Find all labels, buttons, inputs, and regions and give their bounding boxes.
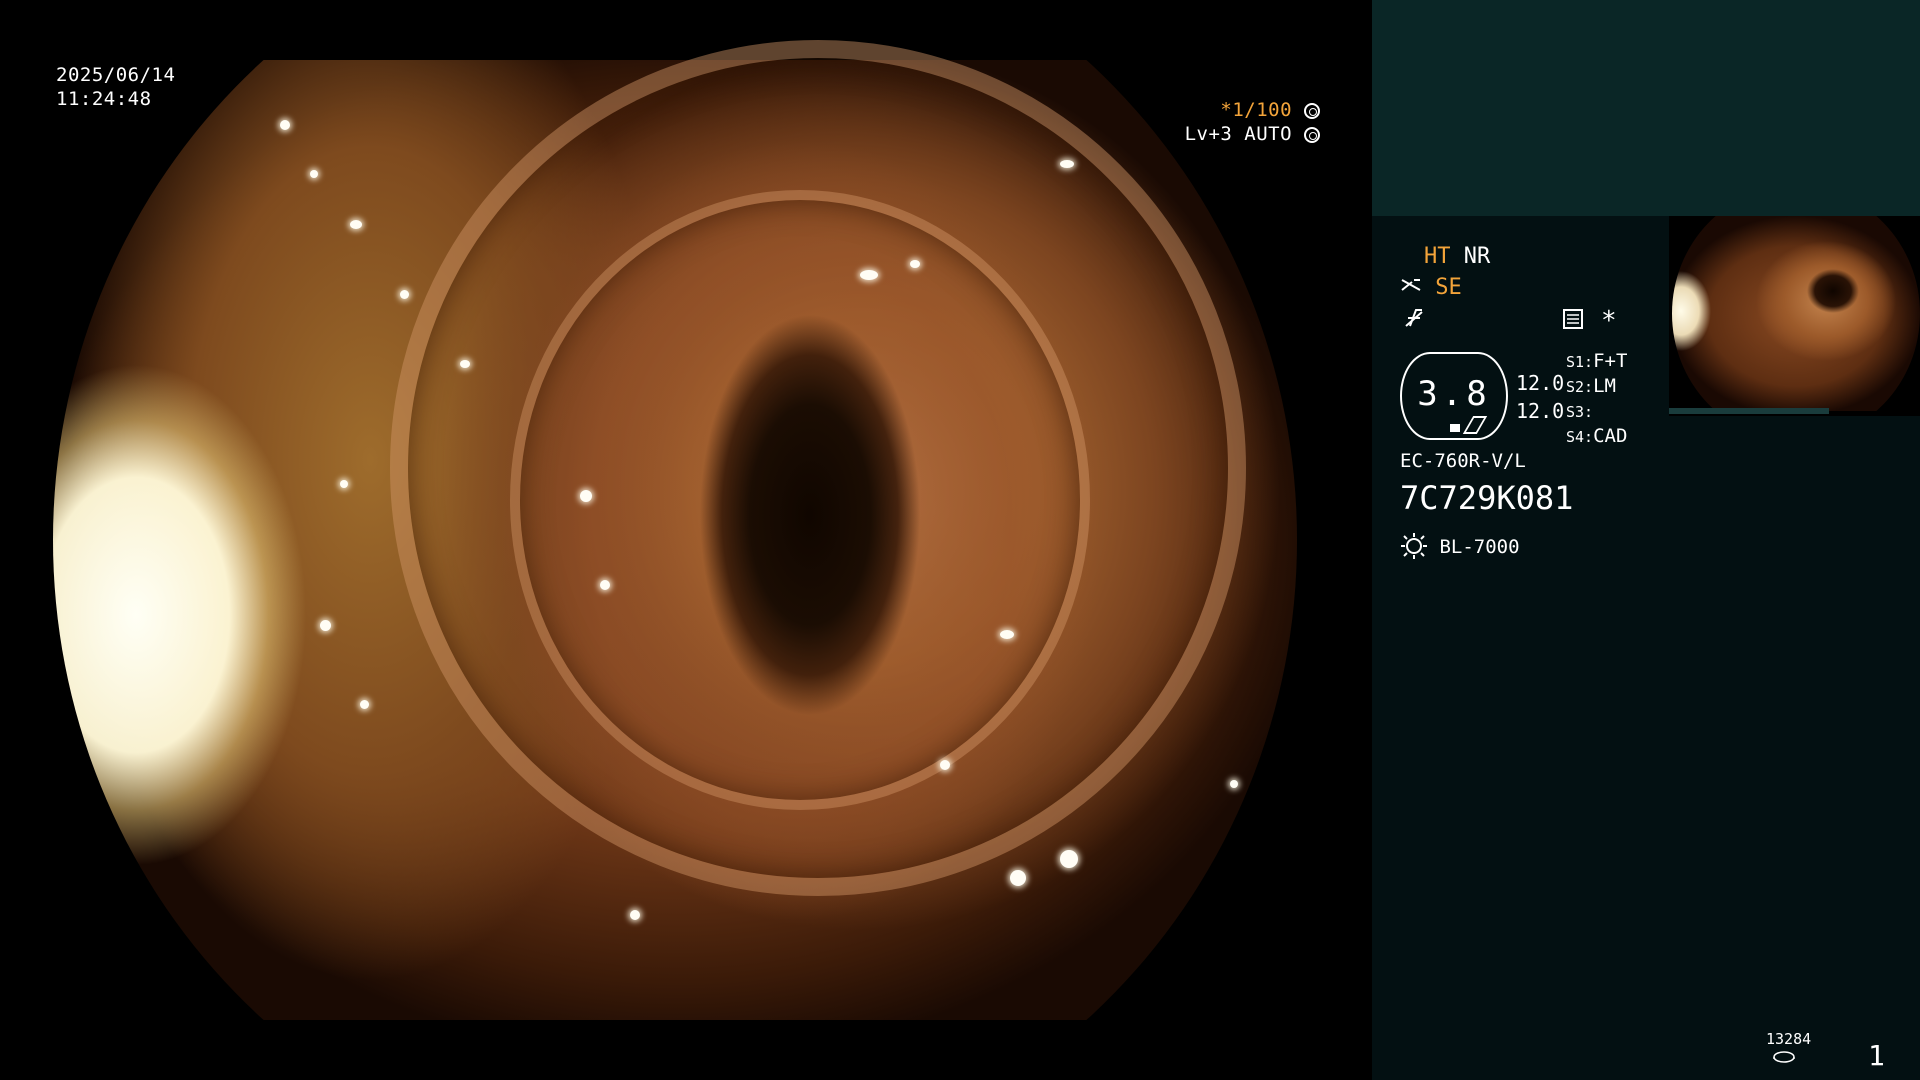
highlight <box>310 170 318 178</box>
thumbnail-bar <box>1669 408 1829 414</box>
value-1: 12.0 <box>1516 371 1565 395</box>
time-text: 11:24:48 <box>56 88 152 110</box>
highlight <box>340 480 348 488</box>
highlight <box>1010 870 1026 886</box>
switch-row: S3: <box>1566 398 1627 423</box>
switch-row: S4:CAD <box>1566 423 1627 448</box>
info-panel: HT NR SE * 3.8 12.0 12.0 S1:F+T S2:LM S3… <box>1372 0 1920 1080</box>
date-text: 2025/06/14 <box>56 64 176 86</box>
highlight <box>940 760 950 770</box>
endoscopic-view: 2025/06/14 11:24:48 *1/100 Lv+3 AUTO <box>0 0 1372 1080</box>
gauge-value: 3.8 <box>1417 374 1491 414</box>
highlight <box>860 270 878 280</box>
se-mode: SE <box>1435 275 1462 300</box>
highlight <box>1060 160 1074 168</box>
light-source-row: BL-7000 <box>1400 532 1520 560</box>
highlight <box>630 910 640 920</box>
highlight <box>910 260 920 268</box>
mode-text: AUTO <box>1244 123 1293 145</box>
highlight <box>600 580 610 590</box>
page-number: 1 <box>1868 1039 1885 1072</box>
highlight <box>1000 630 1014 639</box>
gauge: 3.8 <box>1400 352 1508 440</box>
value-2: 12.0 <box>1516 399 1565 423</box>
endoscopic-image <box>53 40 1297 1020</box>
highlight <box>1230 780 1238 788</box>
highlight <box>580 490 592 502</box>
mode-row: HT NR <box>1424 244 1490 270</box>
thumbnail-image[interactable] <box>1669 216 1920 416</box>
highlight <box>280 120 290 130</box>
switch-label: S2: <box>1566 378 1594 396</box>
se-row: SE <box>1400 275 1462 301</box>
panel-header-area <box>1372 0 1920 216</box>
nr-mode: NR <box>1463 244 1491 269</box>
switch-value: LM <box>1593 375 1616 397</box>
highlight <box>400 290 409 299</box>
scope-model: EC-760R-V/L <box>1400 450 1526 472</box>
scope-serial: 7C729K081 <box>1400 479 1574 517</box>
switch-row: S1:F+T <box>1566 348 1627 373</box>
highlight <box>1060 850 1078 868</box>
light-bulb-icon <box>1401 533 1427 559</box>
f-stroke-icon <box>1405 309 1423 327</box>
timestamp: 2025/06/14 11:24:48 <box>56 63 175 111</box>
gauge-marker <box>1450 424 1460 432</box>
disk-icon <box>1773 1051 1795 1063</box>
ht-mode: HT <box>1424 244 1451 269</box>
highlight <box>350 220 362 229</box>
shutter-icon <box>1304 103 1320 119</box>
switch-list: S1:F+T S2:LM S3: S4:CAD <box>1566 348 1627 448</box>
light-source: BL-7000 <box>1439 536 1520 558</box>
shutter-text: *1/100 <box>1220 99 1293 121</box>
view-settings: *1/100 Lv+3 AUTO <box>1120 98 1320 146</box>
switch-label: S4: <box>1566 428 1594 446</box>
gauge-needle <box>1462 416 1488 434</box>
image-count: 13284 <box>1766 1030 1812 1048</box>
highlight <box>320 620 331 631</box>
scissors-icon <box>1401 279 1421 291</box>
star-symbol: * <box>1601 306 1617 336</box>
mucosal-fold <box>510 190 1090 810</box>
settings-card-icon <box>1563 309 1583 329</box>
shutter-row: *1/100 <box>1120 98 1320 122</box>
highlight <box>360 700 369 709</box>
switch-label: S1: <box>1566 353 1594 371</box>
level-text: Lv+3 <box>1184 123 1233 145</box>
highlight <box>460 360 470 368</box>
iris-icon <box>1304 127 1320 143</box>
iris-row: Lv+3 AUTO <box>1120 122 1320 146</box>
switch-value: F+T <box>1593 350 1628 372</box>
switch-label: S3: <box>1566 403 1594 421</box>
thumbnail-endoscopic-image <box>1672 216 1920 411</box>
switch-row: S2:LM <box>1566 373 1627 398</box>
switch-value: CAD <box>1593 425 1628 447</box>
